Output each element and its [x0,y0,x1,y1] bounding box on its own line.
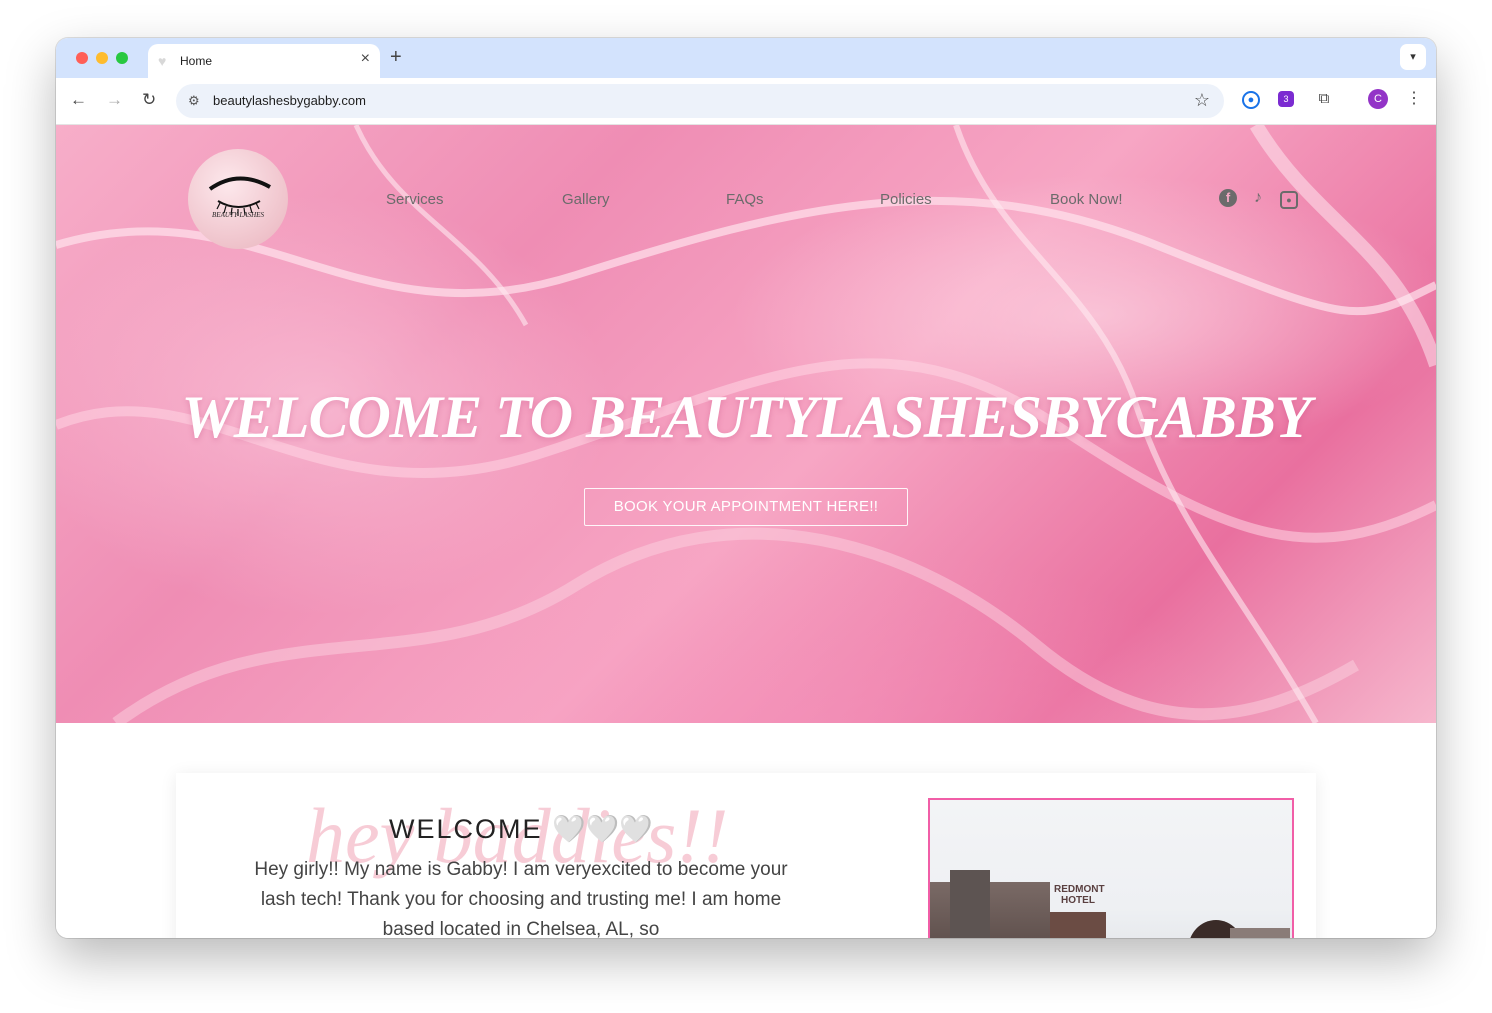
nav-services[interactable]: Services [386,191,444,208]
browser-window: ♥ Home × + ▾ ← → ↻ ⚙ beautylashesbygabby… [56,38,1436,938]
facebook-icon[interactable]: f [1219,189,1237,207]
url-text[interactable]: beautylashesbygabby.com [213,93,366,108]
welcome-text: WELCOME [389,814,543,844]
tab-bar: ♥ Home × + ▾ [56,38,1436,78]
distant-building [1230,928,1290,938]
maximize-window-button[interactable] [116,52,128,64]
chevron-down-icon: ▾ [1410,51,1416,63]
hotel-sign-text: REDMONT HOTEL [1054,884,1105,906]
back-arrow-icon[interactable]: ← [70,90,87,110]
logo-text: BEAUTY LASHES [212,211,264,219]
nav-book-now[interactable]: Book Now! [1050,191,1123,208]
browser-toolbar: ← → ↻ ⚙ beautylashesbygabby.com ☆ ● 3 ⧉ … [56,78,1436,125]
nav-faqs[interactable]: FAQs [726,191,764,208]
new-tab-button[interactable]: + [390,47,402,67]
extension-badge-count: 3 [1283,94,1289,104]
book-appointment-button[interactable]: BOOK YOUR APPOINTMENT HERE!! [584,488,908,526]
intro-card: hey baddies!! WELCOME 🤍🤍🤍 Hey girly!! My… [176,773,1316,938]
address-bar[interactable]: ⚙ beautylashesbygabby.com ☆ [176,84,1224,118]
building-silhouette [930,882,1050,938]
password-extension-icon[interactable]: ● [1242,91,1260,109]
site-settings-icon[interactable]: ⚙ [188,93,200,109]
tab-search-button[interactable]: ▾ [1400,44,1426,70]
tab-home[interactable]: ♥ Home × [148,44,380,78]
welcome-heading: WELCOME 🤍🤍🤍 [176,813,866,845]
brick-building [1050,912,1106,938]
kebab-menu-icon[interactable]: ⋮ [1404,89,1424,109]
extension-badge-icon[interactable]: 3 [1278,91,1294,107]
nav-gallery[interactable]: Gallery [562,191,610,208]
site-logo[interactable]: BEAUTY LASHES [188,149,288,249]
profile-initial: C [1374,93,1382,105]
close-window-button[interactable] [76,52,88,64]
tiktok-icon[interactable]: ♪ [1249,189,1267,207]
page-content: BEAUTY LASHES Services Gallery FAQs Poli… [56,125,1436,938]
minimize-window-button[interactable] [96,52,108,64]
puzzle-extensions-icon[interactable]: ⧉ [1314,89,1334,109]
tower-silhouette [950,870,990,938]
bookmark-star-icon[interactable]: ☆ [1194,90,1210,111]
nav-policies[interactable]: Policies [880,191,932,208]
profile-photo: REDMONT HOTEL [928,798,1294,938]
reload-icon[interactable]: ↻ [142,90,156,110]
hero-section: BEAUTY LASHES Services Gallery FAQs Poli… [56,125,1436,723]
profile-avatar[interactable]: C [1368,89,1388,109]
hero-title: WELCOME TO BEAUTYLASHESBYGABBY [181,384,1311,450]
heart-emoji-icon: 🤍🤍🤍 [552,814,653,844]
forward-arrow-icon[interactable]: → [106,90,123,110]
intro-paragraph: Hey girly!! My name is Gabby! I am verye… [254,859,788,938]
close-tab-icon[interactable]: × [361,51,370,67]
tab-title: Home [180,54,213,68]
instagram-icon[interactable]: ● [1280,191,1298,209]
eyelash-logo-icon [208,176,271,216]
heart-favicon-icon: ♥ [158,53,167,69]
